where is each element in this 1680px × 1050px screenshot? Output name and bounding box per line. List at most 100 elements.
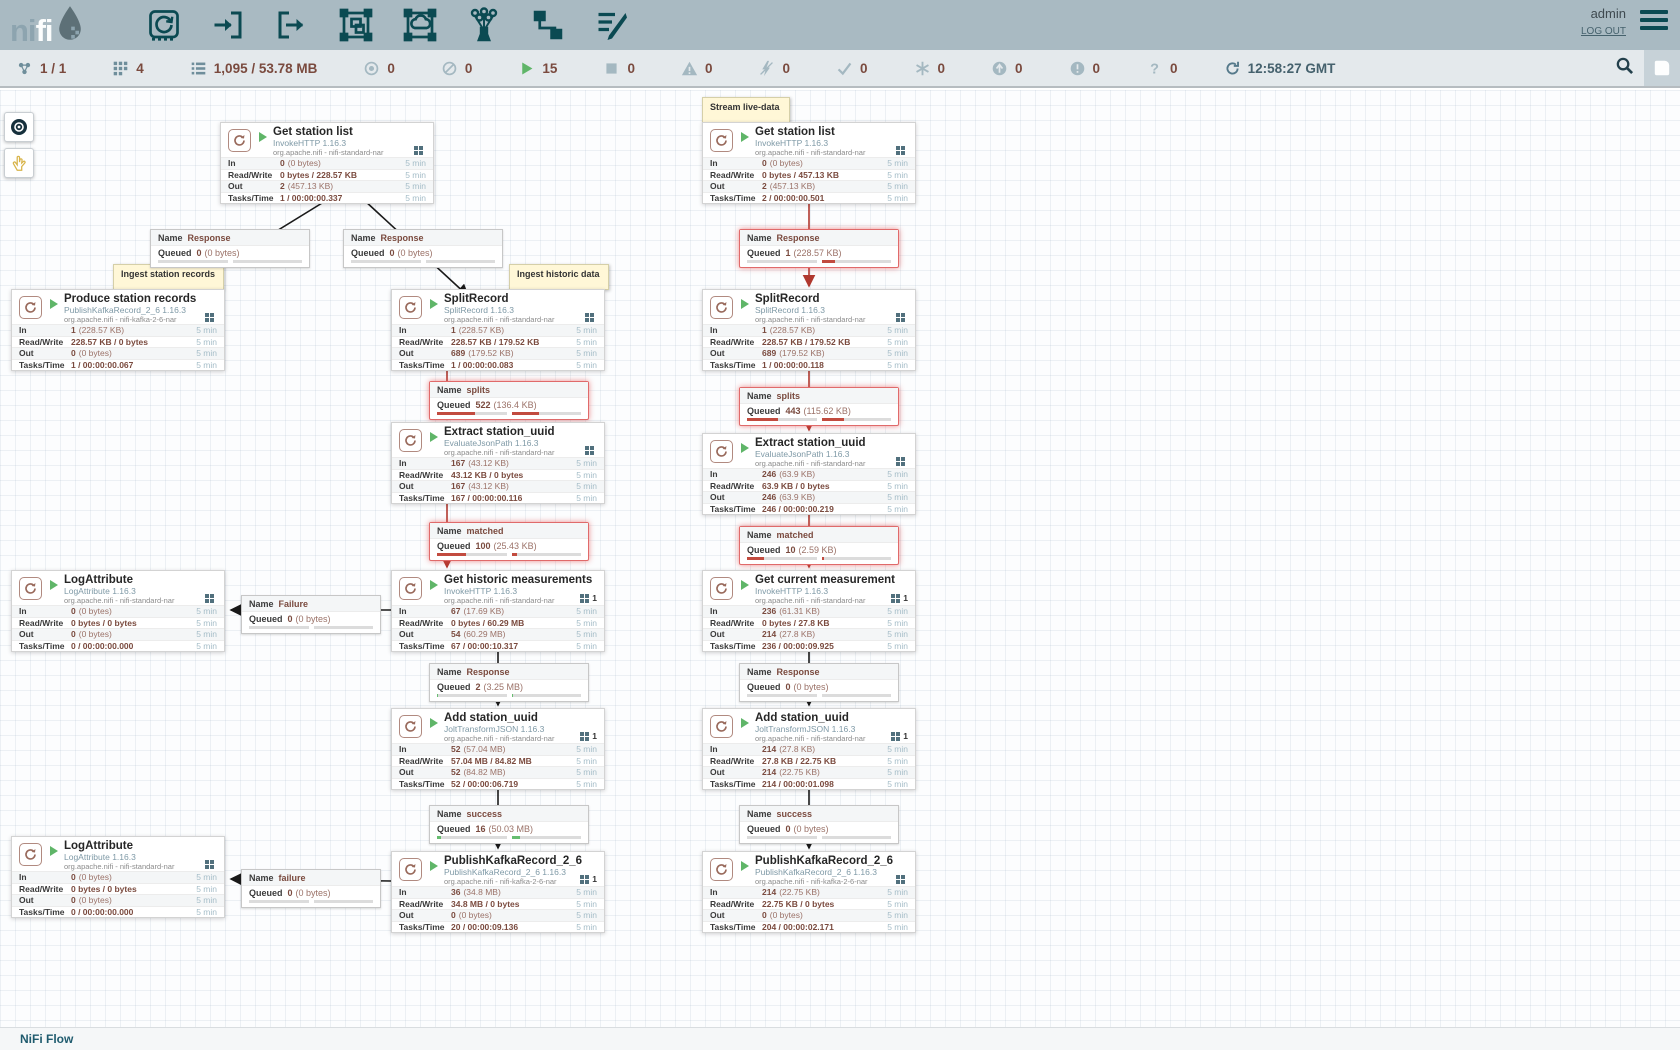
flow-label[interactable]: Stream live-data bbox=[702, 97, 790, 123]
processor-card[interactable]: Get station list InvokeHTTP 1.16.3 org.a… bbox=[220, 122, 434, 204]
stat-value: 1 / 00:00:00.118 bbox=[762, 360, 824, 370]
processor-icon bbox=[710, 296, 733, 319]
queued-count: 10 bbox=[786, 545, 796, 555]
running-icon bbox=[518, 60, 535, 77]
connection-label[interactable]: Namesuccess Queued0(0 bytes) bbox=[739, 805, 899, 844]
stat-row: Read/Write0 bytes / 60.29 MB5 min bbox=[392, 617, 604, 629]
template-tool-icon[interactable] bbox=[530, 7, 566, 43]
stat-window: 5 min bbox=[887, 744, 908, 754]
queue-count-bar bbox=[158, 260, 228, 263]
stat-value: 67 bbox=[451, 606, 460, 616]
processor-type: SplitRecord 1.16.3 bbox=[444, 305, 604, 315]
processor-card[interactable]: PublishKafkaRecord_2_6 PublishKafkaRecor… bbox=[702, 851, 916, 933]
connection-label[interactable]: Namematched Queued10(2.59 KB) bbox=[739, 526, 899, 565]
stat-value: 0 bytes / 457.13 KB bbox=[762, 170, 839, 180]
stat-value: 57.04 MB / 84.82 MB bbox=[451, 756, 532, 766]
connection-label[interactable]: NameResponse Queued0(0 bytes) bbox=[150, 229, 310, 268]
stat-row: Out2(457.13 KB)5 min bbox=[221, 180, 433, 192]
queued-count: 0 bbox=[288, 888, 293, 898]
processor-tool-icon[interactable] bbox=[146, 7, 182, 43]
connection-label[interactable]: NameResponse Queued0(0 bytes) bbox=[343, 229, 503, 268]
stat-window: 5 min bbox=[196, 360, 217, 370]
processor-card[interactable]: SplitRecord SplitRecord 1.16.3 org.apach… bbox=[702, 289, 916, 371]
processor-card[interactable]: Get historic measurements InvokeHTTP 1.1… bbox=[391, 570, 605, 652]
stat-row: In1(228.57 KB)5 min bbox=[12, 324, 224, 336]
processor-card[interactable]: Add station_uuid JoltTransformJSON 1.16.… bbox=[702, 708, 916, 790]
queued-size: (136.4 KB) bbox=[494, 400, 537, 410]
breadcrumb[interactable]: NiFi Flow bbox=[20, 1032, 73, 1046]
stat-window: 5 min bbox=[196, 629, 217, 639]
queued-size: (0 bytes) bbox=[794, 824, 829, 834]
processor-card[interactable]: Extract station_uuid EvaluateJsonPath 1.… bbox=[702, 433, 916, 515]
stat-row: Tasks/Time1 / 00:00:00.0675 min bbox=[12, 359, 224, 371]
processor-card[interactable]: PublishKafkaRecord_2_6 PublishKafkaRecor… bbox=[391, 851, 605, 933]
output-port-tool-icon[interactable] bbox=[274, 7, 310, 43]
search-icon[interactable] bbox=[1604, 56, 1644, 80]
processor-card[interactable]: LogAttribute LogAttribute 1.16.3 org.apa… bbox=[11, 570, 225, 652]
process-group-tool-icon[interactable] bbox=[338, 7, 374, 43]
stat-label: Tasks/Time bbox=[710, 193, 762, 203]
threads-mini-icon bbox=[891, 732, 900, 741]
stat-label: Tasks/Time bbox=[19, 360, 71, 370]
processor-icon bbox=[399, 296, 422, 319]
stat-row: Out2(457.13 KB)5 min bbox=[703, 180, 915, 192]
stat-size: (0 bytes) bbox=[79, 606, 112, 616]
name-key: Name bbox=[437, 526, 462, 536]
processor-card[interactable]: SplitRecord SplitRecord 1.16.3 org.apach… bbox=[391, 289, 605, 371]
processor-header: Get station list InvokeHTTP 1.16.3 org.a… bbox=[703, 123, 915, 157]
stat-window: 5 min bbox=[576, 348, 597, 358]
flow-canvas[interactable]: Ingest station recordsIngest historic da… bbox=[0, 90, 1680, 1028]
stat-window: 5 min bbox=[576, 470, 597, 480]
connection-label[interactable]: Namematched Queued100(25.43 KB) bbox=[429, 522, 589, 561]
connection-label[interactable]: Namesuccess Queued16(50.03 MB) bbox=[429, 805, 589, 844]
funnel-tool-icon[interactable] bbox=[466, 7, 502, 43]
logout-link[interactable]: LOG OUT bbox=[1581, 26, 1626, 37]
stat-label: Out bbox=[399, 910, 451, 920]
threads-mini-icon bbox=[585, 313, 594, 322]
connection-label[interactable]: NameResponse Queued0(0 bytes) bbox=[739, 663, 899, 702]
navigate-palette-button[interactable] bbox=[4, 112, 34, 142]
question-icon: ? bbox=[1146, 60, 1163, 77]
processor-card[interactable]: Get current measurement InvokeHTTP 1.16.… bbox=[702, 570, 916, 652]
cluster-icon bbox=[16, 60, 33, 77]
processor-card[interactable]: Extract station_uuid EvaluateJsonPath 1.… bbox=[391, 422, 605, 504]
connection-queued-row: Queued0(0 bytes) bbox=[344, 246, 502, 259]
processor-card[interactable]: Add station_uuid JoltTransformJSON 1.16.… bbox=[391, 708, 605, 790]
stat-row: Read/Write0 bytes / 228.57 KB5 min bbox=[221, 169, 433, 181]
refresh-status[interactable]: 12:58:27 GMT bbox=[1224, 60, 1336, 77]
stat-window: 5 min bbox=[576, 325, 597, 335]
flow-label[interactable]: Ingest historic data bbox=[509, 264, 609, 290]
operate-palette-button[interactable] bbox=[4, 148, 34, 178]
queued-size: (0 bytes) bbox=[794, 682, 829, 692]
label-tool-icon[interactable] bbox=[594, 7, 630, 43]
stat-window: 5 min bbox=[887, 337, 908, 347]
stat-window: 5 min bbox=[887, 492, 908, 502]
remote-process-group-tool-icon[interactable] bbox=[402, 7, 438, 43]
stat-size: (63.9 KB) bbox=[779, 492, 815, 502]
processor-header: LogAttribute LogAttribute 1.16.3 org.apa… bbox=[12, 837, 224, 871]
stat-window: 5 min bbox=[196, 872, 217, 882]
connection-label[interactable]: NameResponse Queued2(3.25 MB) bbox=[429, 663, 589, 702]
connection-label[interactable]: Namesplits Queued522(136.4 KB) bbox=[429, 381, 589, 420]
stat-window: 5 min bbox=[887, 618, 908, 628]
connection-label[interactable]: Namesplits Queued443(115.62 KB) bbox=[739, 387, 899, 426]
threads-mini-icon bbox=[891, 594, 900, 603]
processor-name: Get station list bbox=[273, 123, 433, 138]
processor-card[interactable]: Produce station records PublishKafkaReco… bbox=[11, 289, 225, 371]
threads-mini-icon bbox=[414, 146, 423, 155]
connection-label[interactable]: NameFailure Queued0(0 bytes) bbox=[241, 595, 381, 634]
input-port-tool-icon[interactable] bbox=[210, 7, 246, 43]
processor-name: SplitRecord bbox=[444, 290, 604, 305]
stat-label: Tasks/Time bbox=[710, 641, 762, 651]
connection-label[interactable]: NameResponse Queued1(228.57 KB) bbox=[739, 229, 899, 268]
processor-card[interactable]: LogAttribute LogAttribute 1.16.3 org.apa… bbox=[11, 836, 225, 918]
queued-key: Queued bbox=[747, 824, 781, 834]
processor-card[interactable]: Get station list InvokeHTTP 1.16.3 org.a… bbox=[702, 122, 916, 204]
running-status-icon bbox=[741, 132, 749, 142]
global-menu-icon[interactable] bbox=[1640, 6, 1668, 34]
stat-value: 0 bytes / 0 bytes bbox=[71, 618, 137, 628]
birdseye-toggle-icon[interactable] bbox=[1644, 50, 1680, 86]
connection-label[interactable]: Namefailure Queued0(0 bytes) bbox=[241, 869, 381, 908]
queued-count: 2 bbox=[476, 682, 481, 692]
locally-modified-stale-status: 0 bbox=[1069, 60, 1101, 77]
